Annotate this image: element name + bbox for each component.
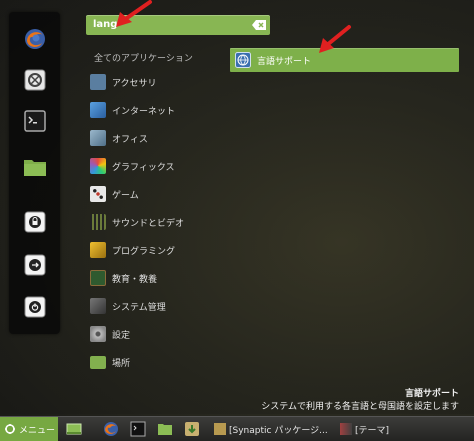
internet-icon [90, 102, 106, 118]
bottom-panel: メニュー [Synaptic パッケージ... [テーマ] [0, 416, 474, 441]
multimedia-icon [90, 214, 106, 230]
terminal-icon[interactable] [22, 108, 48, 134]
category-accessories[interactable]: アクセサリ [90, 72, 220, 92]
taskbar-item-theme[interactable]: [テーマ] [340, 419, 400, 439]
menu-button-label: メニュー [19, 425, 56, 436]
theme-icon [340, 423, 352, 435]
files-launcher-icon[interactable] [157, 421, 173, 437]
firefox-icon[interactable] [22, 26, 48, 52]
category-places[interactable]: 場所 [90, 352, 220, 372]
office-icon [90, 130, 106, 146]
mint-logo-icon [5, 424, 15, 434]
result-label: 言語サポート [257, 56, 312, 67]
category-graphics[interactable]: グラフィックス [90, 156, 220, 176]
category-settings[interactable]: 設定 [90, 324, 220, 344]
synaptic-icon [214, 423, 226, 435]
games-icon [90, 186, 106, 202]
folder-icon[interactable] [22, 154, 48, 180]
language-support-icon [235, 52, 251, 68]
menu-button[interactable]: メニュー [0, 417, 58, 441]
red-arrow-icon [116, 0, 152, 27]
category-internet[interactable]: インターネット [90, 100, 220, 120]
taskbar-item-synaptic[interactable]: [Synaptic パッケージ... [214, 419, 329, 439]
system-icon [90, 298, 106, 314]
shutdown-icon[interactable] [22, 294, 48, 320]
firefox-launcher-icon[interactable] [103, 421, 119, 437]
accessories-icon [90, 74, 106, 90]
software-manager-icon[interactable] [22, 67, 48, 93]
category-sound-and-video[interactable]: サウンドとビデオ [90, 212, 220, 232]
lock-screen-icon[interactable] [22, 209, 48, 235]
logout-icon[interactable] [22, 252, 48, 278]
red-arrow-icon [319, 25, 351, 53]
clear-search-icon[interactable] [252, 20, 266, 33]
category-all-applications[interactable]: 全てのアプリケーション [94, 51, 193, 64]
category-system-administration[interactable]: システム管理 [90, 296, 220, 316]
favorites-sidebar [9, 12, 60, 334]
settings-icon [90, 326, 106, 342]
category-games[interactable]: ゲーム [90, 184, 220, 204]
description-text: システムで利用する各言語と母国語を設定します [261, 402, 459, 412]
category-education[interactable]: 教育・教養 [90, 268, 220, 288]
category-programming[interactable]: プログラミング [90, 240, 220, 260]
show-desktop-icon[interactable] [66, 421, 82, 437]
terminal-launcher-icon[interactable] [130, 421, 146, 437]
places-folder-icon [90, 355, 106, 369]
update-manager-icon[interactable] [184, 421, 200, 437]
description-title: 言語サポート [404, 389, 459, 399]
programming-icon [90, 242, 106, 258]
graphics-icon [90, 158, 106, 174]
education-icon [90, 270, 106, 286]
category-office[interactable]: オフィス [90, 128, 220, 148]
